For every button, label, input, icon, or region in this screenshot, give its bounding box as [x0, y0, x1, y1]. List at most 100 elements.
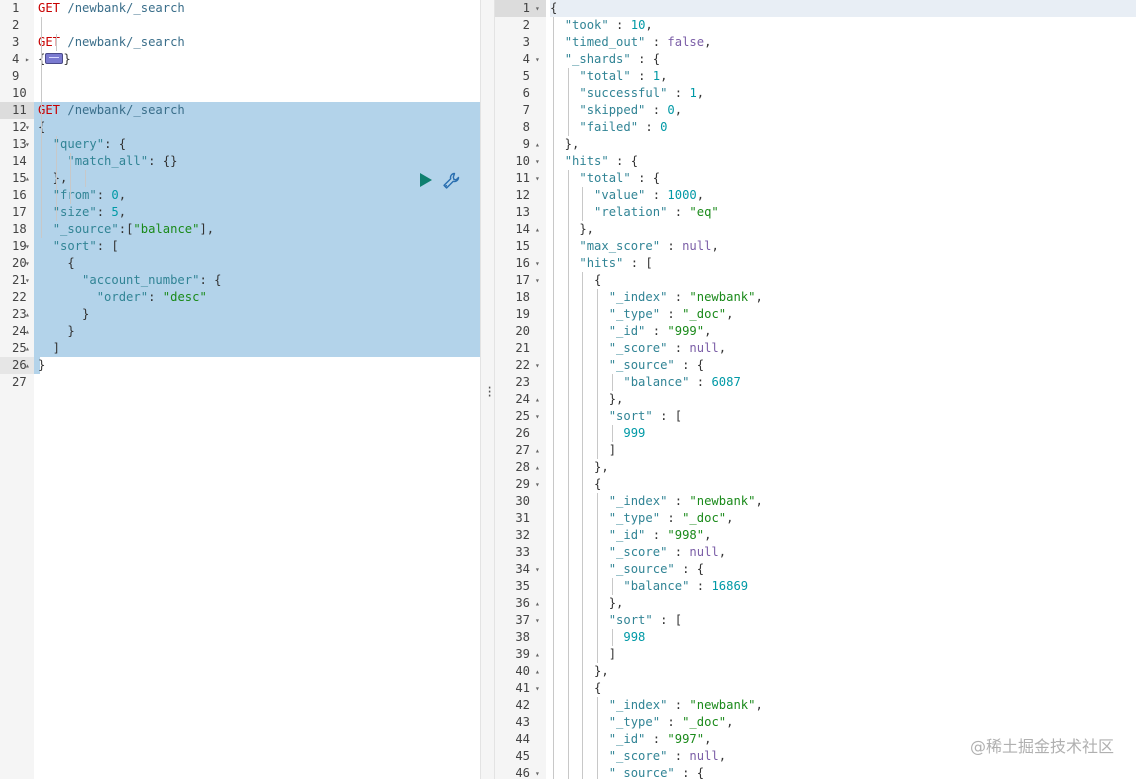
response-viewer[interactable]: 1 ▾ 2 3 4 ▾ 5 6 7 8 9 ▴ 10 ▾ 11 ▾ 12 13 14 ▴ 15 16 ▾ 17 ▾ 18 19 20 2…	[495, 0, 1136, 779]
response-code-line: {	[550, 0, 1136, 17]
response-code-line: "_type" : "_doc",	[608, 511, 734, 525]
fold-end-icon[interactable]: ▴	[25, 357, 30, 374]
collapse-arrow-icon[interactable]: ▾	[25, 136, 30, 153]
response-gutter-line: 23	[495, 374, 546, 391]
response-code-line: "total" : 1,	[579, 69, 668, 83]
indent-guide	[567, 170, 569, 779]
collapse-arrow-icon[interactable]: ▾	[535, 170, 540, 187]
request-code-line: GET /newbank/_search	[38, 35, 185, 49]
response-gutter-line: 6	[495, 85, 546, 102]
indent-guide	[611, 374, 613, 391]
line-number: 9	[12, 69, 20, 83]
collapse-arrow-icon[interactable]: ▾	[25, 119, 30, 136]
response-code-line: "_index" : "newbank",	[608, 494, 763, 508]
collapse-arrow-icon[interactable]: ▾	[535, 153, 540, 170]
indent-guide	[597, 493, 599, 663]
collapse-arrow-icon[interactable]: ▾	[535, 408, 540, 425]
request-code-line: "order": "desc"	[96, 290, 207, 304]
response-code-line: "_shards" : {	[564, 52, 661, 66]
request-code-line	[38, 68, 480, 85]
fold-widget-icon[interactable]	[45, 53, 64, 64]
line-number: 19	[515, 307, 530, 321]
request-code-line: GET /newbank/_search	[38, 103, 185, 117]
response-code-line: 998	[623, 630, 646, 644]
request-editor-content[interactable]: GET /newbank/_search GET /newbank/_search…	[34, 0, 480, 779]
request-code-line	[38, 85, 480, 102]
pane-resize-handle[interactable]: · · ·	[480, 0, 495, 779]
line-number: 5	[522, 69, 530, 83]
response-viewer-content[interactable]: { "took" : 10, "timed_out" : false, "_sh…	[546, 0, 1136, 779]
request-editor[interactable]: 1 2 3 4 ▸ 9 10 11 12 ▾ 13 ▾ 14 15 ▴ 16 17 18 19 ▾ 20 ▾ 21 ▾ 22 23…	[0, 0, 480, 779]
collapse-arrow-icon[interactable]: ▾	[535, 272, 540, 289]
request-gutter-line: 9	[0, 68, 34, 85]
fold-end-icon[interactable]: ▴	[535, 459, 540, 476]
response-gutter-line: 36 ▴	[495, 595, 546, 612]
response-code-line: "_score" : null,	[608, 341, 727, 355]
response-gutter-line: 35	[495, 578, 546, 595]
collapse-arrow-icon[interactable]: ▾	[535, 476, 540, 493]
collapse-arrow-icon[interactable]: ▾	[25, 238, 30, 255]
response-gutter-line: 31	[495, 510, 546, 527]
collapse-arrow-icon[interactable]: ▾	[535, 612, 540, 629]
request-gutter-line: 1	[0, 0, 34, 17]
collapse-arrow-icon[interactable]: ▾	[535, 357, 540, 374]
line-number: 10	[515, 154, 530, 168]
fold-end-icon[interactable]: ▴	[535, 391, 540, 408]
fold-end-icon[interactable]: ▴	[535, 136, 540, 153]
collapse-arrow-icon[interactable]: ▾	[535, 765, 540, 779]
fold-end-icon[interactable]: ▴	[535, 595, 540, 612]
line-number: 22	[12, 290, 27, 304]
line-number: 10	[12, 86, 27, 100]
collapse-arrow-icon[interactable]: ▾	[535, 255, 540, 272]
line-number: 45	[515, 749, 530, 763]
fold-end-icon[interactable]: ▴	[25, 306, 30, 323]
request-code-line: "query": {	[52, 137, 127, 151]
collapse-arrow-icon[interactable]: ▾	[535, 561, 540, 578]
response-code-line: "max_score" : null,	[579, 239, 719, 253]
run-request-button[interactable]	[418, 172, 434, 188]
response-gutter-line: 2	[495, 17, 546, 34]
line-number: 31	[515, 511, 530, 525]
request-gutter-line: 2	[0, 17, 34, 34]
line-number: 17	[12, 205, 27, 219]
request-code-line	[38, 17, 480, 34]
line-number: 14	[12, 154, 27, 168]
line-number: 38	[515, 630, 530, 644]
line-number: 18	[12, 222, 27, 236]
fold-end-icon[interactable]: ▴	[535, 663, 540, 680]
collapse-arrow-icon[interactable]: ▾	[25, 272, 30, 289]
collapse-arrow-icon[interactable]: ▾	[535, 0, 540, 17]
collapse-arrow-icon[interactable]: ▾	[25, 255, 30, 272]
fold-end-icon[interactable]: ▴	[25, 340, 30, 357]
request-code-line: "sort": [	[52, 239, 119, 253]
request-code-line: }	[38, 324, 75, 338]
request-editor-gutter: 1 2 3 4 ▸ 9 10 11 12 ▾ 13 ▾ 14 15 ▴ 16 17 18 19 ▾ 20 ▾ 21 ▾ 22 23…	[0, 0, 34, 779]
response-code-line: "value" : 1000,	[594, 188, 705, 202]
request-code-line: }	[38, 307, 90, 321]
fold-end-icon[interactable]: ▴	[535, 646, 540, 663]
response-code-line: "skipped" : 0,	[579, 103, 683, 117]
fold-end-icon[interactable]: ▴	[25, 170, 30, 187]
indent-guide	[553, 17, 554, 779]
line-number: 34	[515, 562, 530, 576]
expand-arrow-icon[interactable]: ▸	[25, 51, 30, 68]
indent-guide	[597, 697, 599, 779]
request-code-line: ]	[38, 341, 61, 355]
line-number: 23	[515, 375, 530, 389]
line-number: 13	[515, 205, 530, 219]
response-gutter-line: 8	[495, 119, 546, 136]
fold-end-icon[interactable]: ▴	[25, 323, 30, 340]
collapse-arrow-icon[interactable]: ▾	[535, 51, 540, 68]
response-code-line: "relation" : "eq"	[594, 205, 719, 219]
collapse-arrow-icon[interactable]: ▾	[535, 680, 540, 697]
request-settings-button[interactable]	[442, 172, 460, 190]
response-gutter-line: 33	[495, 544, 546, 561]
indent-guide	[55, 136, 57, 221]
fold-end-icon[interactable]: ▴	[535, 221, 540, 238]
response-gutter-line: 18	[495, 289, 546, 306]
line-number: 17	[515, 273, 530, 287]
line-number: 20	[515, 324, 530, 338]
fold-end-icon[interactable]: ▴	[535, 442, 540, 459]
request-code-line: {	[38, 256, 75, 270]
response-code-line: "timed_out" : false,	[564, 35, 712, 49]
